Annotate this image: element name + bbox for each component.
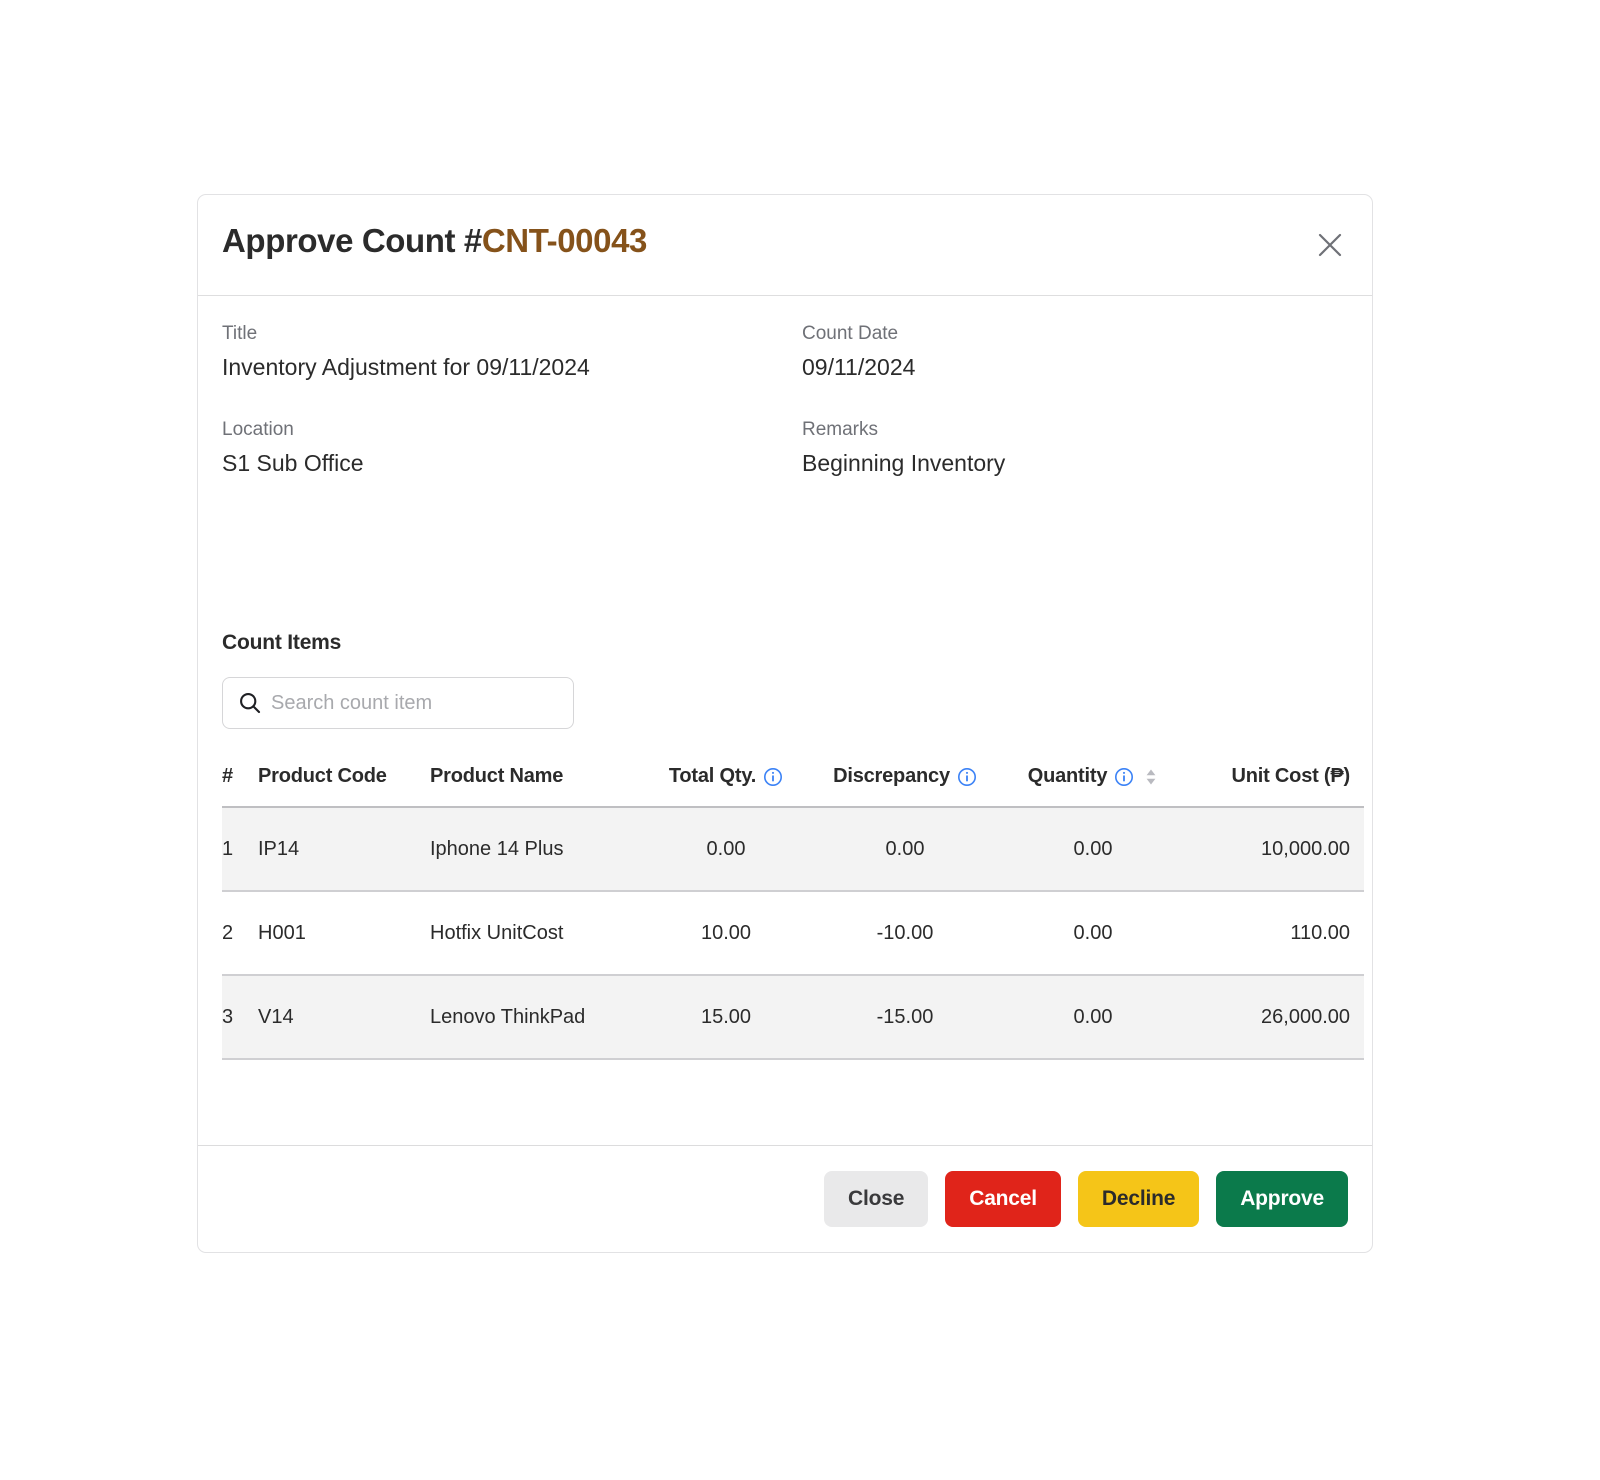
column-header-product-name: Product Name: [430, 765, 564, 787]
column-header-discrepancy: Discrepancy: [812, 765, 998, 807]
cell-unit-cost: 10,000.00: [1188, 807, 1364, 892]
field-count-date: Count Date 09/11/2024: [802, 323, 1332, 380]
field-count-date-label: Count Date: [802, 323, 899, 344]
table-header: # Product Code Product Name Total Qty. D…: [222, 765, 1364, 807]
cell-num: 1: [222, 807, 258, 892]
table-body: 1 IP14 Iphone 14 Plus 0.00 0.00 0.00 10,…: [222, 807, 1364, 1060]
cell-product-code: IP14: [258, 807, 430, 892]
cell-unit-cost: 110.00: [1188, 891, 1364, 976]
column-header-num: #: [222, 765, 233, 787]
dialog-title-reference: CNT-00043: [481, 222, 648, 259]
field-remarks-value: Beginning Inventory: [802, 450, 1006, 477]
dialog-header: Approve Count #CNT-00043: [198, 195, 1372, 296]
field-title-value: Inventory Adjustment for 09/11/2024: [222, 353, 590, 380]
table-row[interactable]: 2 H001 Hotfix UnitCost 10.00 -10.00 0.00…: [222, 891, 1364, 976]
close-dialog-button[interactable]: [1310, 225, 1350, 265]
column-header-product-code: Product Code: [258, 765, 387, 787]
count-items-heading: Count Items: [222, 631, 342, 654]
screen: Approve Count #CNT-00043 Title Inventory…: [0, 0, 1600, 1480]
cell-discrepancy: -15.00: [812, 975, 998, 1060]
field-remarks: Remarks Beginning Inventory: [802, 419, 1332, 477]
field-title-label: Title: [222, 323, 258, 344]
column-header-total-qty-label: Total Qty.: [668, 765, 757, 787]
cancel-button[interactable]: Cancel: [945, 1171, 1061, 1227]
search-count-item-box[interactable]: [222, 677, 574, 729]
count-detail-grid: Title Inventory Adjustment for 09/11/202…: [222, 323, 1332, 477]
field-title: Title Inventory Adjustment for 09/11/202…: [222, 323, 802, 380]
cell-product-name: Lenovo ThinkPad: [430, 975, 640, 1060]
table-header-row: # Product Code Product Name Total Qty. D…: [222, 765, 1364, 807]
table-row[interactable]: 1 IP14 Iphone 14 Plus 0.00 0.00 0.00 10,…: [222, 807, 1364, 892]
cell-total-qty: 15.00: [640, 975, 812, 1060]
cell-total-qty: 10.00: [640, 891, 812, 976]
discrepancy-info-icon[interactable]: [957, 767, 977, 787]
dialog-footer: Close Cancel Decline Approve: [198, 1145, 1372, 1252]
quantity-info-icon[interactable]: [1114, 767, 1134, 787]
cell-num: 2: [222, 891, 258, 976]
dialog-title: Approve Count #CNT-00043: [222, 222, 647, 260]
column-header-discrepancy-label: Discrepancy: [833, 765, 950, 787]
cell-quantity: 0.00: [998, 891, 1188, 976]
total-qty-info-icon[interactable]: [763, 767, 783, 787]
cell-product-name: Hotfix UnitCost: [430, 891, 640, 976]
dialog-title-prefix: Approve Count #: [222, 222, 482, 259]
count-items-table: # Product Code Product Name Total Qty. D…: [222, 765, 1364, 1060]
field-location: Location S1 Sub Office: [222, 419, 802, 477]
search-count-item-input[interactable]: [271, 678, 573, 728]
cell-product-name: Iphone 14 Plus: [430, 807, 640, 892]
count-items-table-wrapper: # Product Code Product Name Total Qty. D…: [222, 765, 1364, 1060]
column-header-quantity: Quantity: [998, 765, 1188, 807]
column-header-unit-cost: Unit Cost (₱): [1231, 765, 1351, 787]
cell-product-code: H001: [258, 891, 430, 976]
search-icon: [238, 691, 262, 715]
cell-total-qty: 0.00: [640, 807, 812, 892]
table-row[interactable]: 3 V14 Lenovo ThinkPad 15.00 -15.00 0.00 …: [222, 975, 1364, 1060]
column-header-quantity-label: Quantity: [1027, 765, 1108, 787]
cell-num: 3: [222, 975, 258, 1060]
sort-updown-icon[interactable]: [1144, 767, 1158, 787]
field-remarks-label: Remarks: [802, 419, 879, 441]
close-button[interactable]: Close: [824, 1171, 929, 1227]
cell-product-code: V14: [258, 975, 430, 1060]
cell-discrepancy: 0.00: [812, 807, 998, 892]
field-location-label: Location: [222, 419, 294, 441]
field-location-value: S1 Sub Office: [222, 450, 364, 477]
cell-unit-cost: 26,000.00: [1188, 975, 1364, 1060]
close-icon: [1317, 232, 1343, 258]
approve-count-dialog: Approve Count #CNT-00043 Title Inventory…: [197, 194, 1373, 1253]
column-header-total-qty: Total Qty.: [640, 765, 812, 807]
approve-button[interactable]: Approve: [1216, 1171, 1348, 1227]
cell-quantity: 0.00: [998, 807, 1188, 892]
field-count-date-value: 09/11/2024: [802, 353, 916, 380]
cell-quantity: 0.00: [998, 975, 1188, 1060]
dialog-body: Title Inventory Adjustment for 09/11/202…: [198, 296, 1372, 1145]
decline-button[interactable]: Decline: [1077, 1171, 1200, 1227]
cell-discrepancy: -10.00: [812, 891, 998, 976]
